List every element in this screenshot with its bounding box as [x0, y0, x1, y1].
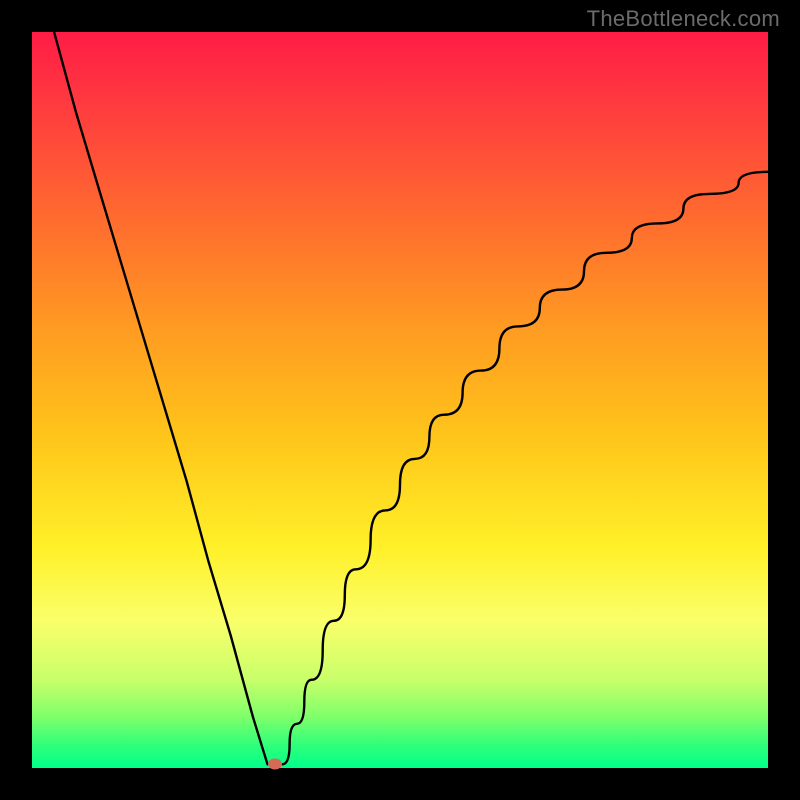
bottleneck-curve [32, 32, 768, 768]
optimal-point-marker [268, 759, 282, 770]
gradient-plot-area [32, 32, 768, 768]
watermark-text: TheBottleneck.com [587, 6, 780, 32]
